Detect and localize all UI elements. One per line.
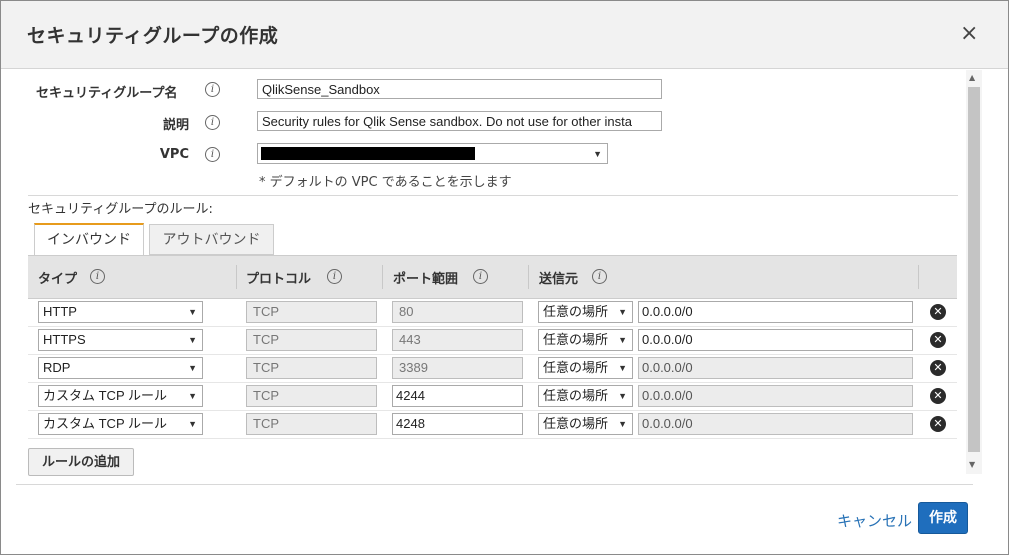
create-button[interactable]: 作成 xyxy=(918,502,968,534)
source-type-select[interactable]: 任意の場所 ▼ xyxy=(538,357,633,379)
rules-section-label: セキュリティグループのルール: xyxy=(28,202,213,217)
chevron-down-icon: ▼ xyxy=(188,307,197,317)
source-type-value: 任意の場所 xyxy=(543,416,609,431)
protocol-field: TCP xyxy=(246,385,377,407)
info-icon[interactable]: i xyxy=(473,269,488,284)
type-value: HTTPS xyxy=(43,332,86,347)
dialog-header: セキュリティグループの作成 × xyxy=(1,1,1008,69)
scrollbar-thumb[interactable] xyxy=(968,87,980,452)
info-icon[interactable]: i xyxy=(327,269,342,284)
rules-table-header: タイプ i プロトコル i ポート範囲 i 送信元 i xyxy=(28,255,957,299)
scroll-down-icon[interactable]: ▼ xyxy=(969,460,975,469)
source-type-value: 任意の場所 xyxy=(543,304,609,319)
close-icon[interactable]: × xyxy=(960,23,978,45)
column-divider xyxy=(382,265,383,289)
chevron-down-icon: ▼ xyxy=(188,363,197,373)
table-row: RDP ▼ TCP 3389 任意の場所 ▼ 0.0.0.0/0 ✕ xyxy=(28,354,957,383)
vpc-hint: * デフォルトの VPC であることを示します xyxy=(259,175,512,190)
source-type-select[interactable]: 任意の場所 ▼ xyxy=(538,301,633,323)
chevron-down-icon: ▼ xyxy=(618,307,627,317)
chevron-down-icon: ▼ xyxy=(188,391,197,401)
source-type-value: 任意の場所 xyxy=(543,388,609,403)
type-select[interactable]: HTTP ▼ xyxy=(38,301,203,323)
description-input[interactable]: Security rules for Qlik Sense sandbox. D… xyxy=(257,111,662,131)
port-range-field: 443 xyxy=(392,329,523,351)
column-protocol: プロトコル xyxy=(246,272,312,287)
column-divider xyxy=(236,265,237,289)
source-type-value: 任意の場所 xyxy=(543,332,609,347)
add-rule-button[interactable]: ルールの追加 xyxy=(28,448,134,476)
protocol-field: TCP xyxy=(246,413,377,435)
protocol-field: TCP xyxy=(246,329,377,351)
delete-rule-icon[interactable]: ✕ xyxy=(930,360,946,376)
type-value: カスタム TCP ルール xyxy=(43,416,167,431)
table-row: HTTP ▼ TCP 80 任意の場所 ▼ 0.0.0.0/0 ✕ xyxy=(28,298,957,327)
port-range-field: 80 xyxy=(392,301,523,323)
name-label: セキュリティグループ名 xyxy=(36,86,178,101)
chevron-down-icon: ▼ xyxy=(593,149,602,159)
footer-divider xyxy=(16,484,973,485)
delete-rule-icon[interactable]: ✕ xyxy=(930,332,946,348)
scrollbar[interactable]: ▲ ▼ xyxy=(966,70,982,474)
cancel-link[interactable]: キャンセル xyxy=(837,510,912,531)
chevron-down-icon: ▼ xyxy=(618,391,627,401)
type-value: カスタム TCP ルール xyxy=(43,388,167,403)
type-select[interactable]: カスタム TCP ルール ▼ xyxy=(38,413,203,435)
group-name-input[interactable]: QlikSense_Sandbox xyxy=(257,79,662,99)
redacted-vpc-value xyxy=(261,147,475,160)
type-value: HTTP xyxy=(43,304,77,319)
chevron-down-icon: ▼ xyxy=(618,363,627,373)
type-select[interactable]: カスタム TCP ルール ▼ xyxy=(38,385,203,407)
table-row: HTTPS ▼ TCP 443 任意の場所 ▼ 0.0.0.0/0 ✕ xyxy=(28,326,957,355)
delete-rule-icon[interactable]: ✕ xyxy=(930,304,946,320)
delete-rule-icon[interactable]: ✕ xyxy=(930,416,946,432)
info-icon[interactable]: i xyxy=(205,115,220,130)
protocol-field: TCP xyxy=(246,301,377,323)
info-icon[interactable]: i xyxy=(592,269,607,284)
source-cidr-input[interactable]: 0.0.0.0/0 xyxy=(638,385,913,407)
info-icon[interactable]: i xyxy=(205,147,220,162)
divider xyxy=(28,195,958,196)
source-type-select[interactable]: 任意の場所 ▼ xyxy=(538,385,633,407)
vpc-label: VPC xyxy=(159,147,189,162)
port-range-field: 3389 xyxy=(392,357,523,379)
source-cidr-input[interactable]: 0.0.0.0/0 xyxy=(638,329,913,351)
delete-rule-icon[interactable]: ✕ xyxy=(930,388,946,404)
column-source: 送信元 xyxy=(539,272,579,287)
chevron-down-icon: ▼ xyxy=(188,335,197,345)
tab-inbound[interactable]: インバウンド xyxy=(34,223,144,256)
source-type-select[interactable]: 任意の場所 ▼ xyxy=(538,413,633,435)
source-type-value: 任意の場所 xyxy=(543,360,609,375)
table-row: カスタム TCP ルール ▼ TCP 4248 任意の場所 ▼ 0.0.0.0/0 … xyxy=(28,410,957,439)
port-range-input[interactable]: 4248 xyxy=(392,413,523,435)
description-label: 説明 xyxy=(162,118,189,133)
column-divider xyxy=(528,265,529,289)
protocol-field: TCP xyxy=(246,357,377,379)
type-select[interactable]: HTTPS ▼ xyxy=(38,329,203,351)
column-type: タイプ xyxy=(38,272,78,287)
scroll-up-icon[interactable]: ▲ xyxy=(969,73,975,82)
column-port-range: ポート範囲 xyxy=(393,272,459,287)
type-select[interactable]: RDP ▼ xyxy=(38,357,203,379)
dialog-title: セキュリティグループの作成 xyxy=(27,25,279,47)
source-cidr-input[interactable]: 0.0.0.0/0 xyxy=(638,357,913,379)
table-row: カスタム TCP ルール ▼ TCP 4244 任意の場所 ▼ 0.0.0.0/0 … xyxy=(28,382,957,411)
chevron-down-icon: ▼ xyxy=(618,419,627,429)
info-icon[interactable]: i xyxy=(90,269,105,284)
vpc-select[interactable]: ▼ xyxy=(257,143,608,164)
source-cidr-input[interactable]: 0.0.0.0/0 xyxy=(638,301,913,323)
info-icon[interactable]: i xyxy=(205,82,220,97)
tab-outbound[interactable]: アウトバウンド xyxy=(149,224,274,255)
port-range-input[interactable]: 4244 xyxy=(392,385,523,407)
create-security-group-dialog: セキュリティグループの作成 × セキュリティグループ名 i QlikSense_… xyxy=(0,0,1009,555)
source-cidr-input[interactable]: 0.0.0.0/0 xyxy=(638,413,913,435)
source-type-select[interactable]: 任意の場所 ▼ xyxy=(538,329,633,351)
chevron-down-icon: ▼ xyxy=(618,335,627,345)
chevron-down-icon: ▼ xyxy=(188,419,197,429)
column-divider xyxy=(918,265,919,289)
type-value: RDP xyxy=(43,360,71,375)
